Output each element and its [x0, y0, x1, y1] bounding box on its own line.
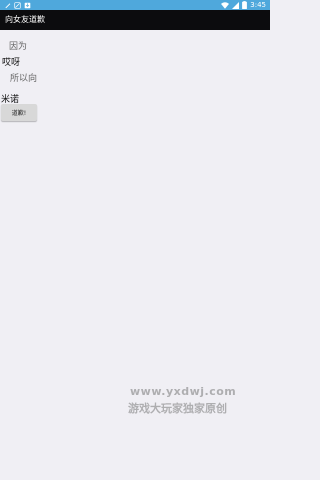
battery-icon [242, 1, 248, 9]
app-title: 向女友道歉 [5, 15, 45, 24]
oops-label: 哎呀 [2, 58, 21, 68]
because-label: 因为 [9, 42, 28, 52]
wifi-icon [221, 1, 230, 9]
watermark-url: www.yxdwj.com [130, 385, 237, 398]
so-to-label: 所以向 [10, 74, 38, 84]
status-bar: 3:45 [0, 0, 270, 10]
signal-icon [232, 1, 240, 9]
status-right-icons: 3:45 [221, 0, 266, 10]
app-title-bar: 向女友道歉 [0, 10, 270, 30]
status-time: 3:45 [250, 1, 266, 9]
name-input[interactable] [1, 93, 19, 104]
apologize-button[interactable]: 道歉! [1, 104, 37, 121]
wifi-off-icon [14, 1, 21, 9]
download-icon [24, 2, 31, 8]
status-left-icons [4, 0, 31, 10]
settings-icon [5, 2, 11, 8]
watermark: www.yxdwj.com 游戏大玩家独家原创 [128, 385, 248, 416]
watermark-text: 游戏大玩家独家原创 [128, 402, 227, 415]
